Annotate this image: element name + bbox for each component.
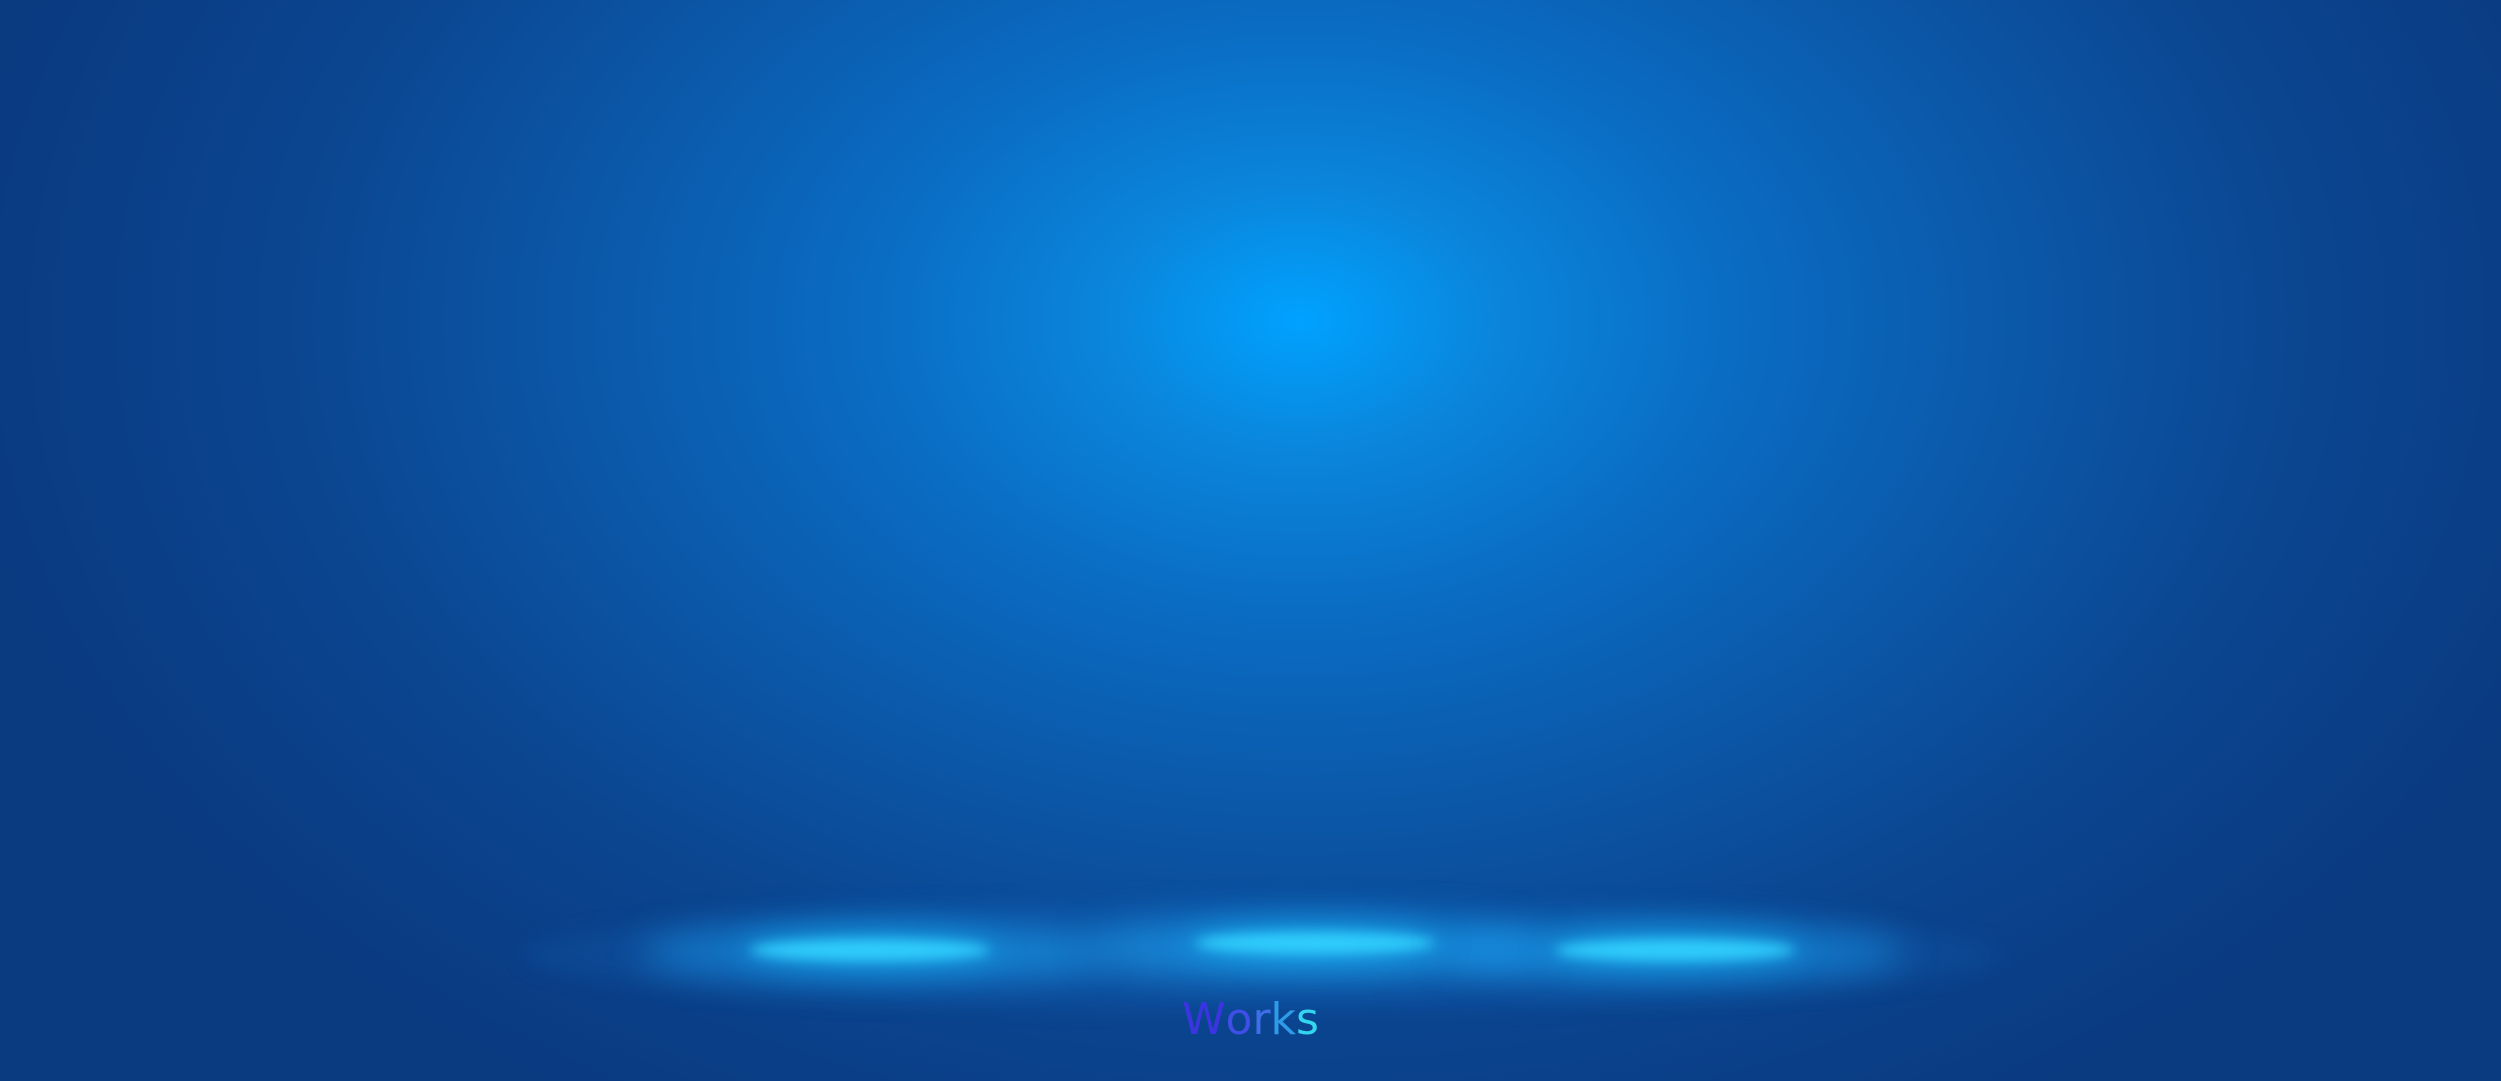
blue-stage-background: Works — [0, 0, 2501, 1081]
works-logo: Works — [0, 990, 2501, 1050]
logo-letter: W — [1182, 994, 1226, 1045]
logo-letter: o — [1225, 994, 1253, 1045]
logo-letter: s — [1296, 994, 1319, 1045]
logo-letter: k — [1270, 994, 1297, 1045]
logo-letter: r — [1252, 994, 1271, 1045]
